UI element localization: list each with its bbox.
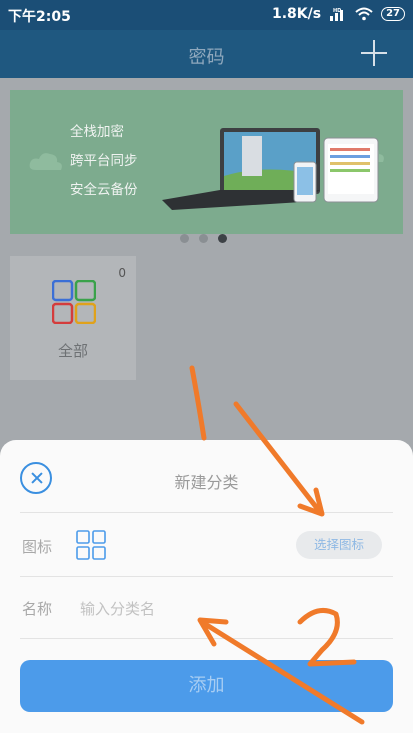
signal-icon: HD — [330, 8, 344, 21]
grid-icon[interactable] — [76, 530, 106, 560]
network-speed: 1.8K/s — [271, 6, 322, 22]
icon-row-label: 图标 — [22, 538, 53, 556]
status-bar: 下午2:05 1.8K/s HD 27 — [0, 0, 413, 30]
status-right: 1.8K/s HD 27 — [272, 6, 405, 22]
sheet-title: 新建分类 — [174, 473, 239, 492]
banner-line: 跨平台同步 — [70, 153, 138, 169]
name-row-label: 名称 — [22, 600, 53, 618]
divider — [20, 576, 393, 577]
devices-illustration — [162, 128, 379, 210]
banner-line: 全栈加密 — [70, 124, 124, 140]
category-name-input[interactable] — [80, 597, 370, 621]
banner-pager — [180, 234, 227, 243]
new-category-sheet: 新建分类 图标 选择图标 名称 添加 — [0, 440, 413, 733]
pager-dot[interactable] — [199, 234, 208, 243]
signal-label: HD — [333, 8, 341, 14]
banner-text: 全栈加密 跨平台同步 安全云备份 — [70, 118, 138, 205]
category-card-all[interactable]: 0 全部 — [10, 256, 136, 380]
app-bar: 密码 — [0, 30, 413, 78]
category-label: 全部 — [57, 342, 88, 360]
category-count: 0 — [118, 266, 126, 280]
plus-icon[interactable] — [361, 40, 387, 66]
wifi-icon — [355, 7, 373, 21]
pager-dot[interactable] — [180, 234, 189, 243]
promo-banner[interactable]: 全栈加密 跨平台同步 安全云备份 — [10, 90, 403, 243]
divider — [20, 512, 393, 513]
page-title: 密码 — [188, 47, 225, 68]
battery-icon: 27 — [381, 7, 405, 21]
cloud-icon — [29, 153, 62, 170]
banner-line: 安全云备份 — [70, 182, 138, 198]
pager-dot-active[interactable] — [218, 234, 227, 243]
status-time: 下午2:05 — [8, 9, 71, 25]
divider — [20, 638, 393, 639]
category-grid-icon — [52, 280, 96, 324]
add-button[interactable]: 添加 — [20, 660, 393, 712]
choose-icon-button[interactable]: 选择图标 — [296, 531, 382, 559]
